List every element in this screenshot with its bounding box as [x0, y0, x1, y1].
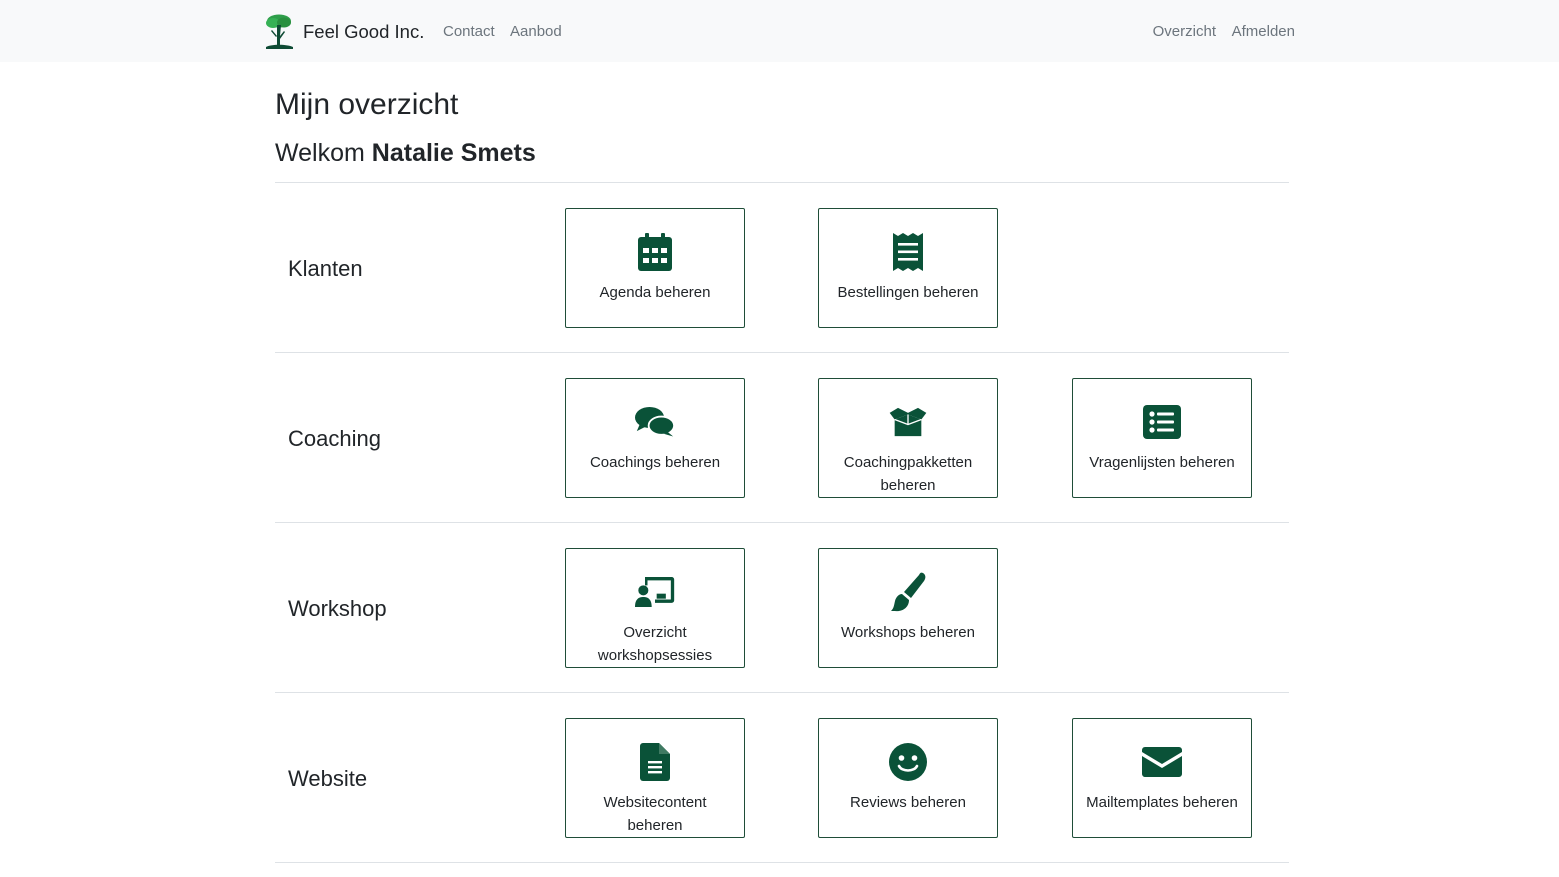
comments-icon	[635, 402, 675, 442]
tile-label: Mailtemplates beheren	[1086, 794, 1238, 811]
divider	[275, 692, 1289, 693]
tile-label: Agenda beheren	[599, 284, 711, 301]
nav-link-overzicht[interactable]: Overzicht	[1153, 22, 1216, 42]
tile-bestellingen-beheren[interactable]: Bestellingen beheren	[818, 208, 998, 328]
tile-label: Coachings beheren	[589, 454, 721, 471]
tile-label: Reviews beheren	[850, 794, 966, 811]
divider	[275, 862, 1289, 863]
tile-label: Overzicht workshopsessies	[597, 624, 713, 664]
divider	[275, 182, 1289, 183]
tile-reviews-beheren[interactable]: Reviews beheren	[818, 718, 998, 838]
welcome-prefix: Welkom	[275, 139, 372, 167]
calendar-icon	[635, 232, 675, 272]
section-label-website: Website	[288, 766, 368, 791]
user-name: Natalie Smets	[371, 139, 536, 167]
open-box-icon	[888, 402, 928, 442]
divider	[275, 522, 1289, 523]
tile-label: Vragenlijsten beheren	[1089, 454, 1235, 471]
tile-workshops-beheren[interactable]: Workshops beheren	[818, 548, 998, 668]
tile-websitecontent-beheren[interactable]: Websitecontent beheren	[565, 718, 745, 838]
tile-label: Bestellingen beheren	[837, 284, 979, 301]
paintbrush-icon	[888, 572, 928, 612]
tile-coachings-beheren[interactable]: Coachings beheren	[565, 378, 745, 498]
nav-link-contact[interactable]: Contact	[443, 22, 495, 42]
tile-vragenlijsten-beheren[interactable]: Vragenlijsten beheren	[1072, 378, 1252, 498]
list-icon	[1142, 402, 1182, 442]
section-label-klanten: Klanten	[288, 256, 363, 281]
tile-label: Coachingpakketten beheren	[843, 454, 973, 494]
brand-name: Feel Good Inc.	[303, 21, 425, 42]
chalkboard-user-icon	[635, 572, 675, 612]
divider	[275, 352, 1289, 353]
file-lines-icon	[635, 742, 675, 782]
welcome-heading: Welkom Natalie Smets	[275, 136, 536, 170]
tile-overzicht-workshopsessies[interactable]: Overzicht workshopsessies	[565, 548, 745, 668]
tile-agenda-beheren[interactable]: Agenda beheren	[565, 208, 745, 328]
page-title: Mijn overzicht	[275, 88, 459, 121]
tree-logo-icon	[266, 14, 293, 49]
section-label-coaching: Coaching	[288, 426, 381, 451]
tile-mailtemplates-beheren[interactable]: Mailtemplates beheren	[1072, 718, 1252, 838]
tile-label: Workshops beheren	[841, 624, 975, 641]
nav-link-afmelden[interactable]: Afmelden	[1232, 22, 1295, 42]
nav-link-aanbod[interactable]: Aanbod	[510, 22, 562, 42]
navbar: Feel Good Inc. Contact Aanbod Overzicht …	[0, 0, 1559, 62]
receipt-icon	[888, 232, 928, 272]
brand-link[interactable]: Feel Good Inc.	[263, 14, 424, 50]
envelope-icon	[1142, 742, 1182, 782]
tile-label: Websitecontent beheren	[603, 794, 707, 834]
tile-coachingpakketten-beheren[interactable]: Coachingpakketten beheren	[818, 378, 998, 498]
section-label-workshop: Workshop	[288, 596, 387, 621]
smile-icon	[888, 742, 928, 782]
